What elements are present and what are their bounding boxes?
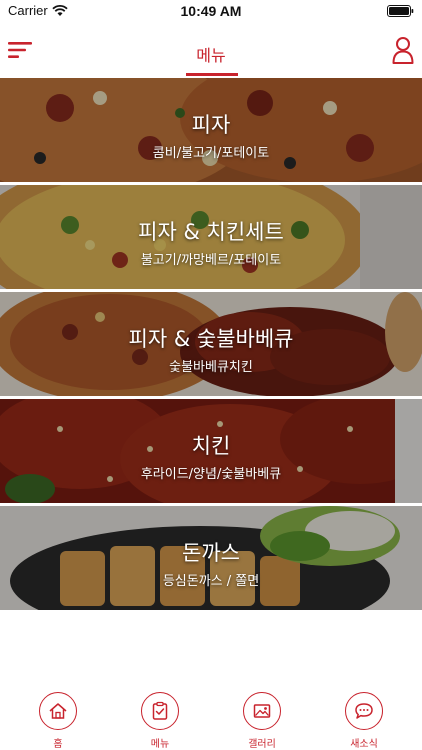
page-title: 메뉴	[196, 46, 226, 65]
tab-news[interactable]: 새소식	[334, 692, 394, 750]
menu-item-subtitle: 숯불바베큐치킨	[169, 360, 253, 375]
menu-clipboard-icon	[152, 701, 168, 720]
tab-label: 새소식	[350, 739, 378, 750]
menu-tab-circle	[141, 692, 179, 730]
menu-item-subtitle: 등심돈까스 / 쫄면	[162, 574, 260, 589]
tab-gallery[interactable]: 갤러리	[232, 692, 292, 750]
menu-item-title: 피자	[191, 113, 231, 137]
home-tab-circle	[39, 692, 77, 730]
nav-bar: 메뉴	[0, 24, 422, 78]
menu-item-title: 돈까스	[182, 541, 240, 565]
tab-label: 홈	[53, 739, 63, 750]
menu-item-title: 치킨	[191, 434, 231, 458]
user-profile-icon[interactable]	[392, 36, 414, 64]
menu-item-tonkatsu[interactable]: 돈까스 등심돈까스 / 쫄면	[0, 506, 422, 610]
menu-item-chicken[interactable]: 치킨 후라이드/양념/숯불바베큐	[0, 399, 422, 503]
menu-item-subtitle: 콤비/불고기/포테이토	[152, 146, 270, 161]
home-icon	[49, 703, 67, 719]
news-chat-icon	[355, 703, 373, 719]
status-bar: Carrier 10:49 AM	[0, 0, 422, 24]
bottom-tab-bar: 홈 메뉴 갤러리 새소식	[0, 686, 422, 750]
title-underline	[186, 73, 238, 76]
tab-menu[interactable]: 메뉴	[130, 692, 190, 750]
clock: 10:49 AM	[180, 3, 242, 19]
menu-item-title: 피자 & 치킨세트	[138, 220, 284, 244]
menu-item-pizza-chicken-set[interactable]: 피자 & 치킨세트 불고기/까망베르/포테이토	[0, 185, 422, 289]
tab-label: 메뉴	[150, 739, 170, 750]
menu-list: 피자 콤비/불고기/포테이토 피자 & 치킨세트 불고기/까망베르/포테이토 피…	[0, 78, 422, 610]
tab-home[interactable]: 홈	[28, 692, 88, 750]
gallery-tab-circle	[243, 692, 281, 730]
news-tab-circle	[345, 692, 383, 730]
menu-item-title: 피자 & 숯불바베큐	[128, 327, 294, 351]
tab-label: 갤러리	[248, 739, 276, 750]
menu-item-subtitle: 불고기/까망베르/포테이토	[140, 253, 282, 268]
battery-icon	[387, 5, 414, 17]
menu-item-pizza-bbq[interactable]: 피자 & 숯불바베큐 숯불바베큐치킨	[0, 292, 422, 396]
menu-item-subtitle: 후라이드/양념/숯불바베큐	[140, 467, 282, 482]
menu-item-pizza[interactable]: 피자 콤비/불고기/포테이토	[0, 78, 422, 182]
gallery-icon	[253, 704, 271, 718]
